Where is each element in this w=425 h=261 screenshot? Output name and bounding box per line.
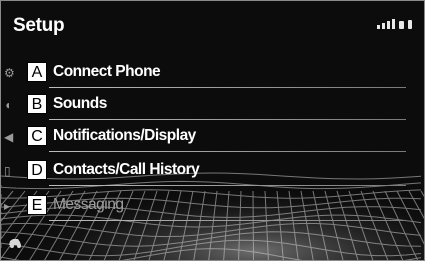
- menu-item-label: Notifications/Display: [53, 127, 196, 144]
- gear-icon: ⚙: [4, 66, 15, 80]
- speaker-icon: ◖: [4, 98, 12, 112]
- menu-item-contacts-call-history[interactable]: ▯ D Contacts/Call History: [1, 156, 406, 186]
- car-settings-icon[interactable]: [7, 234, 23, 250]
- battery-icon: [408, 20, 412, 29]
- menu-item-label: Sounds: [53, 95, 107, 112]
- contacts-icon: ▯: [4, 164, 11, 178]
- setup-screen: Setup ⚙ A Connect Phone ◖ B Sounds ◀ C N…: [0, 0, 425, 261]
- callout-letter: D: [27, 160, 47, 180]
- menu-item-label: Connect Phone: [53, 63, 161, 80]
- divider: [49, 220, 406, 221]
- volume-icon: ◀: [4, 130, 14, 144]
- divider: [49, 151, 406, 152]
- callout-letter: A: [27, 62, 47, 82]
- menu-item-label: Messaging: [53, 196, 124, 213]
- message-icon: ▸: [4, 199, 11, 213]
- page-title: Setup: [13, 15, 65, 36]
- callout-letter: E: [27, 195, 47, 215]
- divider: [49, 119, 406, 120]
- menu-item-sounds[interactable]: ◖ B Sounds: [1, 90, 406, 120]
- menu-item-connect-phone[interactable]: ⚙ A Connect Phone: [1, 58, 406, 88]
- divider: [49, 185, 406, 186]
- divider: [49, 87, 406, 88]
- menu-item-notifications-display[interactable]: ◀ C Notifications/Display: [1, 122, 406, 152]
- status-icons: [377, 15, 412, 29]
- phone-icon: [399, 21, 404, 29]
- callout-letter: B: [27, 94, 47, 114]
- menu-item-label: Contacts/Call History: [53, 161, 200, 178]
- callout-letter: C: [27, 126, 47, 146]
- menu-item-messaging[interactable]: ▸ E Messaging: [1, 191, 406, 221]
- signal-icon: [377, 25, 380, 29]
